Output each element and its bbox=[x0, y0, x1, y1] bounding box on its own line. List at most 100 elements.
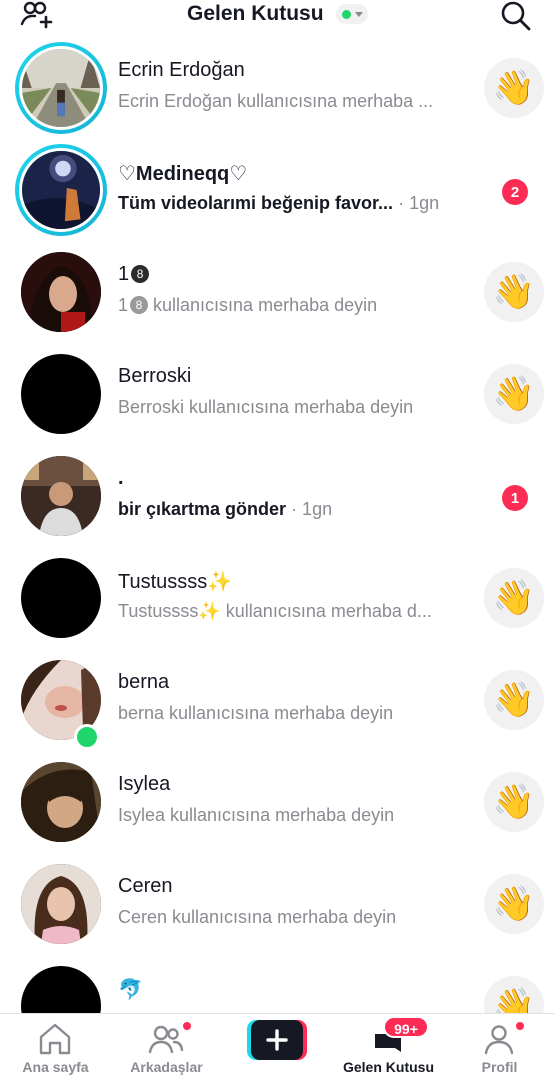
contact-name: Tustussss✨ bbox=[118, 569, 232, 594]
avatar-photo bbox=[21, 456, 101, 536]
avatar[interactable] bbox=[21, 762, 101, 842]
message-text: Ceren kullanıcısına merhaba deyin bbox=[118, 907, 397, 927]
message-preview: Ceren kullanıcısına merhaba deyin bbox=[118, 907, 396, 928]
contact-name: ♡Medineqq♡ bbox=[118, 163, 248, 185]
conversation-row[interactable]: Ceren Ceren kullanıcısına merhaba deyin … bbox=[0, 854, 555, 956]
message-text: Ecrin Erdoğan kullanıcısına merhaba ... bbox=[118, 91, 434, 111]
conversation-row[interactable]: Tustussss✨ Tustussss✨ kullanıcısına merh… bbox=[0, 548, 555, 650]
conversation-row[interactable]: . bir çıkartma gönder · 1gn 1 bbox=[0, 446, 555, 548]
avatar[interactable] bbox=[21, 864, 101, 944]
waving-hand-icon: 👋 bbox=[492, 273, 536, 311]
nav-friends-label: Arkadaşlar bbox=[130, 1059, 203, 1075]
contact-name: . bbox=[118, 467, 124, 489]
page-title: Gelen Kutusu bbox=[187, 2, 324, 25]
message-text: berna kullanıcısına merhaba deyin bbox=[118, 703, 394, 723]
profile-icon bbox=[480, 1022, 518, 1056]
wave-button[interactable]: 👋 bbox=[484, 976, 544, 1013]
nav-home-label: Ana sayfa bbox=[22, 1059, 89, 1075]
message-text: Tüm videolarımi beğenip favor... bbox=[118, 193, 394, 213]
search-icon[interactable] bbox=[499, 0, 533, 32]
wave-button[interactable]: 👋 bbox=[484, 58, 544, 118]
wave-button[interactable]: 👋 bbox=[484, 364, 544, 424]
sparkle-icon: ✨ bbox=[207, 571, 233, 593]
message-text: Isylea kullanıcısına merhaba deyin bbox=[118, 805, 395, 825]
create-button[interactable] bbox=[247, 1020, 307, 1060]
chevron-down-icon bbox=[354, 12, 363, 17]
waving-hand-icon: 👋 bbox=[492, 681, 536, 719]
contact-name: 🐬 bbox=[118, 979, 143, 1001]
avatar-photo bbox=[21, 864, 101, 944]
contact-name-text: Tustussss bbox=[118, 571, 208, 593]
home-icon bbox=[36, 1022, 74, 1056]
waving-hand-icon: 👋 bbox=[492, 987, 536, 1013]
avatar[interactable] bbox=[21, 252, 101, 332]
message-preview: Ecrin Erdoğan kullanıcısına merhaba ... bbox=[118, 91, 433, 112]
contact-name: berna bbox=[118, 671, 170, 693]
conversation-row[interactable]: 🐬 👋 bbox=[0, 956, 555, 1013]
message-text: Berroski kullanıcısına merhaba deyin bbox=[118, 397, 414, 417]
contact-name: Berroski bbox=[118, 365, 192, 387]
sparkle-icon: ✨ bbox=[198, 601, 221, 621]
conversation-row[interactable]: Isylea Isylea kullanıcısına merhaba deyi… bbox=[0, 752, 555, 854]
message-preview: Tüm videolarımi beğenip favor... · 1gn bbox=[118, 193, 439, 214]
message-preview: Isylea kullanıcısına merhaba deyin bbox=[118, 805, 394, 826]
avatar-photo bbox=[19, 46, 103, 130]
conversation-row[interactable]: Berroski Berroski kullanıcısına merhaba … bbox=[0, 344, 555, 446]
message-time: · 1gn bbox=[398, 193, 440, 213]
avatar[interactable] bbox=[15, 42, 107, 134]
waving-hand-icon: 👋 bbox=[492, 375, 536, 413]
avatar-photo bbox=[21, 252, 101, 332]
bottom-navigation: Ana sayfa Arkadaşlar Gelen Kutusu 99+ Pr… bbox=[0, 1013, 555, 1080]
contact-name-text: 1 bbox=[118, 263, 130, 285]
message-text: bir çıkartma gönder bbox=[118, 499, 287, 519]
avatar[interactable] bbox=[21, 966, 101, 1013]
conversation-row[interactable]: 18 18 kullanıcısına merhaba deyin 👋 bbox=[0, 242, 555, 344]
nav-profile-label: Profil bbox=[481, 1059, 518, 1075]
contact-name: Ceren bbox=[118, 875, 173, 897]
nav-profile[interactable]: Profil bbox=[444, 1014, 555, 1080]
wave-button[interactable]: 👋 bbox=[484, 874, 544, 934]
avatar-photo bbox=[21, 762, 101, 842]
status-selector[interactable] bbox=[335, 4, 368, 24]
nav-friends[interactable]: Arkadaşlar bbox=[111, 1014, 222, 1080]
conversation-row[interactable]: berna berna kullanıcısına merhaba deyin … bbox=[0, 650, 555, 752]
avatar[interactable] bbox=[21, 456, 101, 536]
8-ball-icon: 8 bbox=[131, 265, 150, 283]
message-text: kullanıcısına merhaba deyin bbox=[148, 295, 378, 315]
waving-hand-icon: 👋 bbox=[492, 69, 536, 107]
online-indicator bbox=[74, 724, 100, 750]
message-preview: Berroski kullanıcısına merhaba deyin bbox=[118, 397, 413, 418]
nav-inbox-label: Gelen Kutusu bbox=[342, 1059, 434, 1075]
contact-name: Isylea bbox=[118, 773, 171, 795]
message-time: · 1gn bbox=[291, 499, 333, 519]
title-wrap: Gelen Kutusu bbox=[0, 2, 555, 26]
wave-button[interactable]: 👋 bbox=[484, 262, 544, 322]
message-preview: bir çıkartma gönder · 1gn bbox=[118, 499, 332, 520]
waving-hand-icon: 👋 bbox=[492, 579, 536, 617]
inbox-count-badge: 99+ bbox=[383, 1016, 429, 1038]
conversation-row[interactable]: Ecrin Erdoğan Ecrin Erdoğan kullanıcısın… bbox=[0, 38, 555, 140]
message-name-text: 1 bbox=[118, 295, 129, 315]
message-name-text: Tustussss bbox=[118, 601, 199, 621]
wave-button[interactable]: 👋 bbox=[484, 670, 544, 730]
friends-icon bbox=[147, 1022, 185, 1056]
conversation-row[interactable]: ♡Medineqq♡ Tüm videolarımi beğenip favor… bbox=[0, 140, 555, 242]
nav-home[interactable]: Ana sayfa bbox=[0, 1014, 111, 1080]
waving-hand-icon: 👋 bbox=[492, 783, 536, 821]
wave-button[interactable]: 👋 bbox=[484, 772, 544, 832]
inbox-header: Gelen Kutusu bbox=[0, 0, 555, 34]
notification-dot bbox=[514, 1020, 526, 1032]
avatar[interactable] bbox=[21, 354, 101, 434]
message-text: kullanıcısına merhaba d... bbox=[220, 601, 432, 621]
contact-name: 18 bbox=[118, 263, 150, 286]
avatar[interactable] bbox=[21, 558, 101, 638]
notification-dot bbox=[181, 1020, 193, 1032]
conversation-list[interactable]: Ecrin Erdoğan Ecrin Erdoğan kullanıcısın… bbox=[0, 38, 555, 1013]
online-status-dot bbox=[341, 10, 351, 19]
waving-hand-icon: 👋 bbox=[492, 885, 536, 923]
unread-count-badge: 1 bbox=[502, 485, 528, 511]
wave-button[interactable]: 👋 bbox=[484, 568, 544, 628]
avatar-photo bbox=[19, 148, 103, 232]
avatar[interactable] bbox=[15, 144, 107, 236]
unread-count-badge: 2 bbox=[502, 179, 528, 205]
